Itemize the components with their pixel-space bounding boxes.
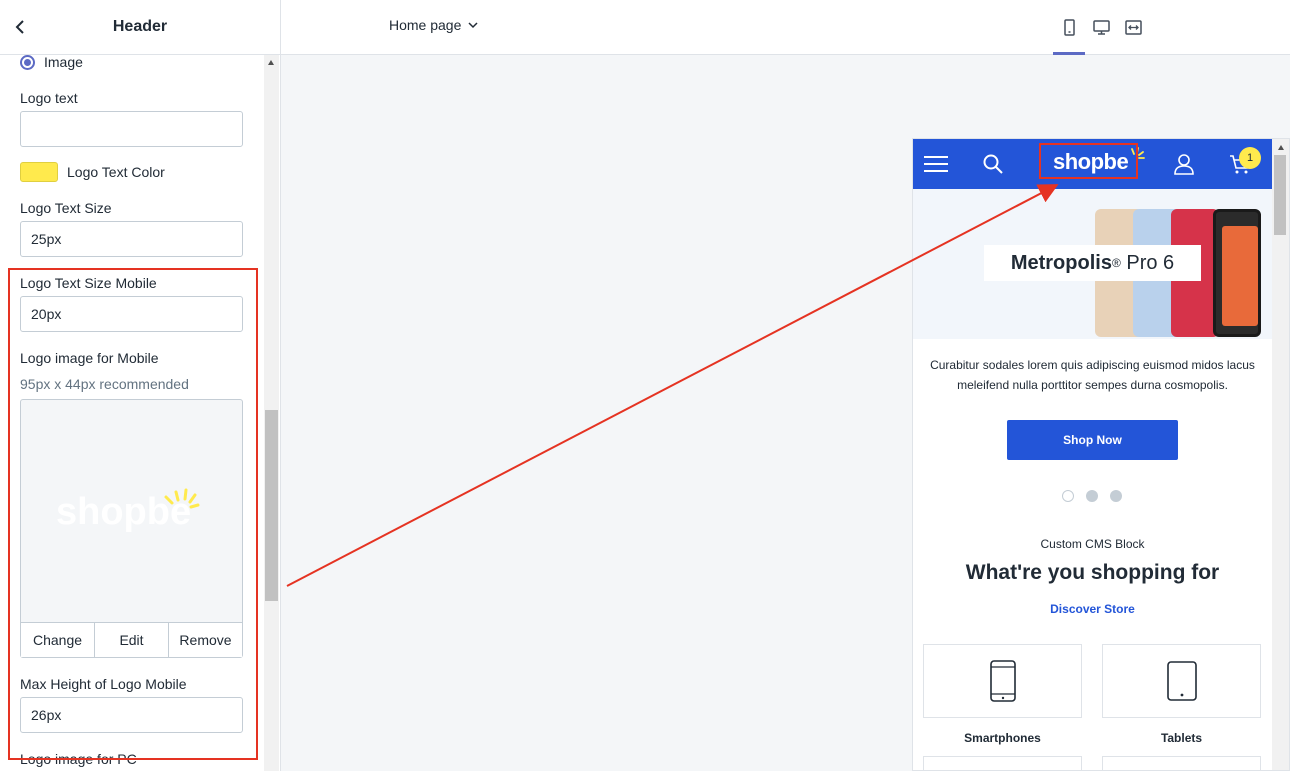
- category-card[interactable]: [1102, 756, 1261, 770]
- settings-sidebar: Header Image Logo text Logo Text Color L…: [0, 0, 281, 771]
- logo-text-size-mobile-label: Logo Text Size Mobile: [20, 275, 157, 291]
- banner-title-rest: Pro 6: [1120, 251, 1175, 274]
- store-logo-text: shopbe: [1053, 149, 1129, 174]
- mobile-preview-frame: shopbe 1 Metropolis ® Pro 6 Curabitur sod…: [912, 138, 1290, 771]
- sidebar-settings: Image Logo text Logo Text Color Logo Tex…: [20, 54, 243, 767]
- store-header: shopbe 1: [913, 139, 1272, 189]
- sidebar-header: Header: [0, 0, 280, 55]
- hero-banner: Metropolis ® Pro 6: [913, 189, 1272, 339]
- fullwidth-view-button[interactable]: [1117, 0, 1149, 55]
- user-icon: [1174, 154, 1194, 175]
- sidebar-title: Header: [112, 18, 168, 35]
- logo-image-mobile-picker: shopbe Change Edit Remove: [20, 399, 243, 658]
- store-logo[interactable]: shopbe: [1053, 147, 1145, 175]
- logo-image-preview: shopbe: [21, 400, 242, 622]
- logo-preview-text: shopbe: [56, 491, 191, 533]
- shopbe-logo-image: shopbe: [56, 488, 199, 533]
- max-height-logo-mobile-input[interactable]: 26px: [20, 697, 243, 733]
- logo-text-size-mobile-input[interactable]: 20px: [20, 296, 243, 332]
- page-selector[interactable]: Home page: [389, 17, 479, 33]
- fullwidth-icon: [1124, 20, 1142, 35]
- search-button[interactable]: [980, 151, 1006, 177]
- logo-image-pc-label: Logo image for PC: [20, 751, 137, 767]
- scroll-up-arrow-icon[interactable]: [1278, 145, 1284, 150]
- banner-title-bold: Metropolis: [1010, 251, 1112, 274]
- cart-count-badge: 1: [1239, 147, 1261, 169]
- desktop-icon: [1092, 20, 1110, 35]
- radio-selected[interactable]: [20, 54, 35, 70]
- banner-title-sup: ®: [1111, 256, 1121, 270]
- logo-image-mobile-label: Logo image for Mobile: [20, 350, 159, 366]
- logo-text-input[interactable]: [20, 111, 243, 147]
- editor-topbar: Home page: [281, 0, 1290, 55]
- image-actions: Change Edit Remove: [21, 622, 242, 657]
- slider-dot[interactable]: [1110, 490, 1122, 502]
- remove-image-button[interactable]: Remove: [169, 623, 242, 657]
- logo-type-image-option[interactable]: Image: [20, 54, 83, 70]
- logo-text-color-label: Logo Text Color: [67, 164, 165, 180]
- smartphone-icon: [989, 660, 1016, 702]
- banner-description: Curabitur sodales lorem quis adipiscing …: [930, 358, 1255, 392]
- slider-dot[interactable]: [1062, 490, 1074, 502]
- preview-scroll-thumb[interactable]: [1274, 155, 1286, 235]
- logo-sparkle-icon: [1131, 147, 1145, 159]
- logo-image-mobile-hint: 95px x 44px recommended: [20, 376, 189, 392]
- phone-image: [1213, 209, 1261, 337]
- discover-store-link[interactable]: Discover Store: [913, 602, 1272, 616]
- account-button[interactable]: [1171, 151, 1197, 177]
- chevron-down-icon: [468, 22, 478, 29]
- cms-title: What're you shopping for: [965, 561, 1220, 584]
- category-label-smartphones: Smartphones: [964, 731, 1041, 745]
- page-selector-label: Home page: [389, 17, 462, 33]
- desktop-view-button[interactable]: [1085, 0, 1117, 55]
- cms-subtitle: Custom CMS Block: [1040, 537, 1145, 551]
- logo-text-size-input[interactable]: 25px: [20, 221, 243, 257]
- edit-image-button[interactable]: Edit: [95, 623, 169, 657]
- device-switcher: [1053, 0, 1149, 55]
- search-icon: [983, 154, 1003, 174]
- menu-button[interactable]: [923, 151, 949, 177]
- slider-dot[interactable]: [1086, 490, 1098, 502]
- mobile-icon: [1063, 19, 1075, 36]
- category-card-tablets[interactable]: [1102, 644, 1261, 718]
- logo-text-size-label: Logo Text Size: [20, 200, 112, 216]
- shop-now-button[interactable]: Shop Now: [1007, 420, 1178, 460]
- category-card-smartphones[interactable]: [923, 644, 1082, 718]
- sidebar-scroll-thumb[interactable]: [265, 410, 278, 601]
- scroll-up-arrow-icon[interactable]: [268, 60, 274, 65]
- image-radio-label: Image: [44, 54, 83, 70]
- color-swatch[interactable]: [20, 162, 58, 182]
- category-label-tablets: Tablets: [1160, 731, 1203, 745]
- mobile-view-button[interactable]: [1053, 0, 1085, 55]
- max-height-logo-mobile-label: Max Height of Logo Mobile: [20, 676, 187, 692]
- tablet-icon: [1166, 661, 1197, 701]
- hamburger-menu-icon: [924, 156, 948, 172]
- slider-dots: [1062, 490, 1122, 502]
- banner-title: Metropolis ® Pro 6: [984, 245, 1201, 281]
- change-image-button[interactable]: Change: [21, 623, 95, 657]
- logo-text-color-picker[interactable]: Logo Text Color: [20, 162, 165, 182]
- category-card[interactable]: [923, 756, 1082, 770]
- logo-text-label: Logo text: [20, 90, 78, 106]
